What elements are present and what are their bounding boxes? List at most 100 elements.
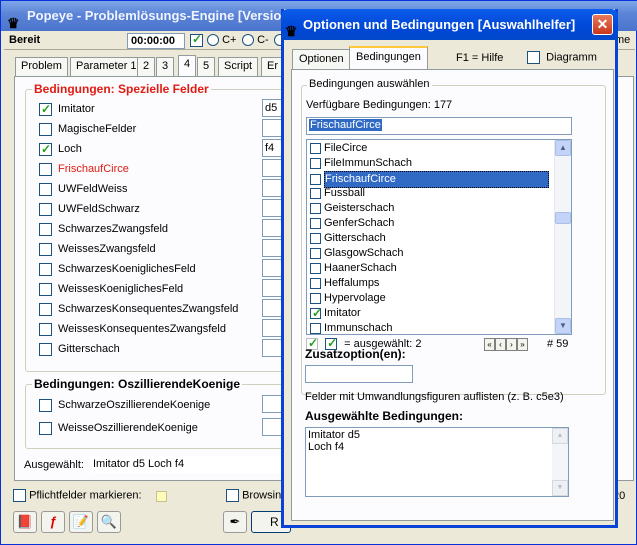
- list-item[interactable]: HaanerSchach: [310, 261, 555, 276]
- feld-checkbox[interactable]: [39, 302, 52, 316]
- list-item[interactable]: GlasgowSchach: [310, 246, 555, 261]
- feld-checkbox[interactable]: [39, 282, 52, 296]
- list-scrollbar[interactable]: ▲ ▼: [554, 140, 571, 334]
- feld-row[interactable]: WeissesKoeniglichesFeld: [39, 281, 183, 297]
- list-item[interactable]: Gitterschach: [310, 231, 555, 246]
- tab-script[interactable]: Script: [218, 57, 259, 76]
- list-item[interactable]: FileCirce: [310, 141, 555, 156]
- scroll-thumb[interactable]: [555, 212, 571, 224]
- main-title: Popeye - Problemlösungs-Engine [Version: [27, 8, 290, 23]
- feld-checkbox[interactable]: [39, 262, 52, 276]
- feld-row[interactable]: SchwarzesKonsequentesZwangsfeld: [39, 301, 238, 317]
- function-icon[interactable]: ƒ: [41, 511, 65, 533]
- nav-prev-button[interactable]: ‹: [495, 338, 506, 351]
- notes-icon[interactable]: 📝: [69, 511, 93, 533]
- list-item[interactable]: Immunschach: [310, 321, 555, 334]
- tab-3[interactable]: 3: [156, 57, 175, 76]
- list-item-label: FileImmunSchach: [324, 157, 413, 169]
- options-dialog: ♛ Optionen und Bedingungen [Auswahlhelfe…: [281, 9, 618, 528]
- list-item-checkbox[interactable]: [310, 292, 321, 304]
- list-item-checkbox[interactable]: [310, 277, 321, 289]
- feld-row[interactable]: WeissesZwangsfeld: [39, 241, 156, 257]
- list-item[interactable]: FileImmunSchach: [310, 156, 555, 171]
- list-item[interactable]: Geisterschach: [310, 201, 555, 216]
- feld-row[interactable]: SchwarzesZwangsfeld: [39, 221, 168, 237]
- feld-checkbox[interactable]: [39, 182, 52, 196]
- feld-row[interactable]: MagischeFelder: [39, 121, 136, 137]
- felder-label: Felder mit Umwandlungsfiguren auflisten …: [305, 391, 564, 403]
- list-item-checkbox[interactable]: [310, 262, 321, 274]
- cminus-radio[interactable]: C-: [242, 34, 269, 47]
- list-item[interactable]: Fussball: [310, 186, 555, 201]
- scroll-down-icon[interactable]: ▼: [555, 318, 571, 334]
- tab-parameter1[interactable]: Parameter 1: [70, 57, 143, 76]
- list-item[interactable]: FrischaufCirce: [310, 171, 555, 188]
- osz-row-weiss[interactable]: WeisseOszillierendeKoenige: [39, 420, 198, 436]
- list-item[interactable]: Hypervolage: [310, 291, 555, 306]
- list-item-checkbox[interactable]: [310, 322, 321, 334]
- feld-checkbox[interactable]: [39, 141, 52, 157]
- tab-problem[interactable]: Problem: [15, 57, 68, 76]
- feld-row[interactable]: Gitterschach: [39, 341, 120, 357]
- magnifier-icon[interactable]: 🔍: [97, 511, 121, 533]
- osz-row-schwarz[interactable]: SchwarzeOszillierendeKoenige: [39, 397, 210, 413]
- pflicht-checkbox[interactable]: Pflichtfelder markieren:: [13, 489, 142, 502]
- feld-row[interactable]: WeissesKonsequentesZwangsfeld: [39, 321, 226, 337]
- feld-row[interactable]: SchwarzesKoeniglichesFeld: [39, 261, 196, 277]
- scroll-down-icon[interactable]: ▼: [552, 480, 568, 496]
- feld-row[interactable]: Loch: [39, 141, 82, 157]
- zusatz-input[interactable]: [305, 365, 413, 383]
- pflicht-color-swatch[interactable]: [156, 491, 167, 502]
- list-item-checkbox[interactable]: [310, 247, 321, 259]
- help-label: F1 = Hilfe: [456, 52, 504, 64]
- list-item-checkbox[interactable]: [310, 157, 321, 169]
- ausgewaehlt-box[interactable]: Imitator d5 Loch f4 ▲ ▼: [305, 427, 569, 497]
- filter-input[interactable]: FrischaufCirce: [306, 117, 572, 135]
- feld-checkbox[interactable]: [39, 122, 52, 136]
- browse-checkbox[interactable]: Browsin: [226, 489, 281, 502]
- tab-5[interactable]: 5: [197, 57, 216, 76]
- cplus-radio[interactable]: C+: [207, 34, 236, 47]
- feld-checkbox[interactable]: [39, 242, 52, 256]
- list-item[interactable]: Imitator: [310, 306, 555, 321]
- scroll-up-icon[interactable]: ▲: [555, 140, 571, 156]
- close-icon[interactable]: ✕: [592, 14, 613, 35]
- wand-icon[interactable]: ✒: [223, 511, 247, 533]
- dialog-title-bar[interactable]: ♛ Optionen und Bedingungen [Auswahlhelfe…: [281, 9, 618, 40]
- scroll-up-icon[interactable]: ▲: [552, 428, 568, 444]
- diagramm-checkbox[interactable]: Diagramm: [527, 51, 597, 64]
- ausgewaehlt-label: Ausgewählte Bedingungen:: [305, 409, 464, 423]
- list-item-checkbox[interactable]: [310, 232, 321, 244]
- tab-4[interactable]: 4: [178, 55, 197, 76]
- list-item-checkbox[interactable]: [310, 217, 321, 229]
- list-item-checkbox[interactable]: [310, 142, 321, 154]
- feld-checkbox[interactable]: [39, 101, 52, 117]
- list-item-checkbox[interactable]: [310, 202, 321, 214]
- feld-row[interactable]: Imitator: [39, 101, 95, 117]
- feld-row[interactable]: FrischaufCirce: [39, 161, 129, 177]
- tab-bedingungen[interactable]: Bedingungen: [349, 46, 428, 70]
- list-item-checkbox[interactable]: [310, 173, 321, 185]
- tab-2[interactable]: 2: [137, 57, 156, 76]
- feld-checkbox[interactable]: [39, 202, 52, 216]
- feld-checkbox[interactable]: [39, 162, 52, 176]
- feld-checkbox[interactable]: [39, 222, 52, 236]
- list-item-label: Immunschach: [324, 322, 393, 334]
- status-checkbox[interactable]: [190, 32, 203, 47]
- conditions-list[interactable]: FileCirce FileImmunSchach FrischaufCirce Fu…: [306, 139, 572, 335]
- list-item[interactable]: GenferSchach: [310, 216, 555, 231]
- list-item[interactable]: Heffalumps: [310, 276, 555, 291]
- feld-checkbox[interactable]: [39, 322, 52, 336]
- book-icon[interactable]: 📕: [13, 511, 37, 533]
- nav-first-button[interactable]: «: [484, 338, 495, 351]
- feld-checkbox[interactable]: [39, 342, 52, 356]
- nav-last-button[interactable]: »: [517, 338, 528, 351]
- tab-optionen[interactable]: Optionen: [292, 49, 351, 69]
- feld-row[interactable]: UWFeldSchwarz: [39, 201, 140, 217]
- feld-row[interactable]: UWFeldWeiss: [39, 181, 127, 197]
- ausgewaehlt-scrollbar[interactable]: ▲ ▼: [552, 428, 568, 496]
- list-item-checkbox[interactable]: [310, 306, 322, 321]
- nav-next-button[interactable]: ›: [506, 338, 517, 351]
- list-item-checkbox[interactable]: [310, 187, 321, 199]
- feld-label: SchwarzesZwangsfeld: [58, 223, 169, 235]
